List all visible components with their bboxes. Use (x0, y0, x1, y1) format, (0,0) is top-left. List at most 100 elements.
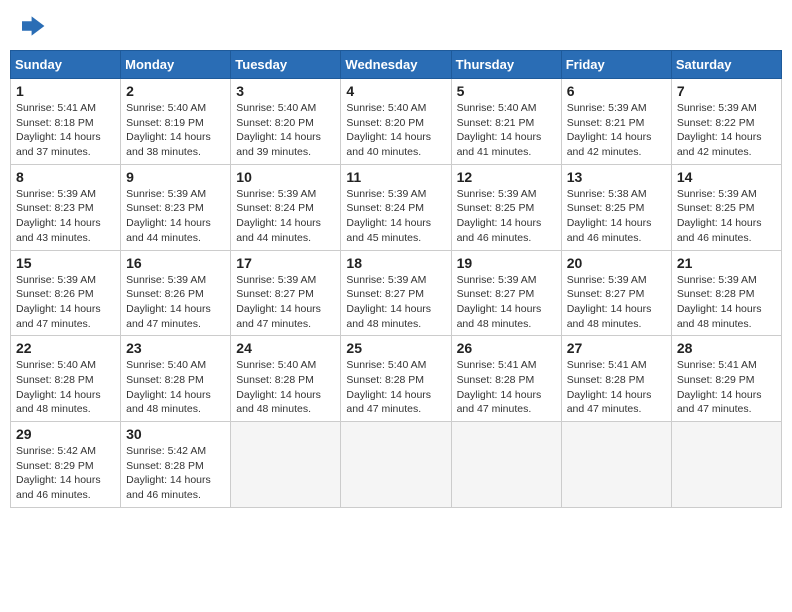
day-info: Sunrise: 5:42 AMSunset: 8:29 PMDaylight:… (16, 445, 101, 501)
day-number: 26 (457, 340, 556, 356)
day-info: Sunrise: 5:40 AMSunset: 8:20 PMDaylight:… (346, 102, 431, 158)
day-number: 8 (16, 169, 115, 185)
calendar-day-header: Sunday (11, 51, 121, 79)
calendar-week-row: 29 Sunrise: 5:42 AMSunset: 8:29 PMDaylig… (11, 422, 782, 508)
day-info: Sunrise: 5:40 AMSunset: 8:20 PMDaylight:… (236, 102, 321, 158)
day-info: Sunrise: 5:40 AMSunset: 8:19 PMDaylight:… (126, 102, 211, 158)
calendar-day-cell: 14 Sunrise: 5:39 AMSunset: 8:25 PMDaylig… (671, 164, 781, 250)
day-number: 5 (457, 83, 556, 99)
calendar-day-cell: 16 Sunrise: 5:39 AMSunset: 8:26 PMDaylig… (121, 250, 231, 336)
day-number: 15 (16, 255, 115, 271)
calendar-day-cell (341, 422, 451, 508)
calendar-header-row: SundayMondayTuesdayWednesdayThursdayFrid… (11, 51, 782, 79)
day-info: Sunrise: 5:39 AMSunset: 8:24 PMDaylight:… (346, 188, 431, 244)
day-number: 12 (457, 169, 556, 185)
day-number: 16 (126, 255, 225, 271)
calendar-day-cell: 24 Sunrise: 5:40 AMSunset: 8:28 PMDaylig… (231, 336, 341, 422)
day-info: Sunrise: 5:41 AMSunset: 8:28 PMDaylight:… (567, 359, 652, 415)
logo-icon (14, 10, 46, 42)
calendar-week-row: 22 Sunrise: 5:40 AMSunset: 8:28 PMDaylig… (11, 336, 782, 422)
calendar-day-cell (231, 422, 341, 508)
day-number: 1 (16, 83, 115, 99)
calendar-day-header: Tuesday (231, 51, 341, 79)
day-info: Sunrise: 5:41 AMSunset: 8:28 PMDaylight:… (457, 359, 542, 415)
calendar-table: SundayMondayTuesdayWednesdayThursdayFrid… (10, 50, 782, 508)
calendar-day-cell: 23 Sunrise: 5:40 AMSunset: 8:28 PMDaylig… (121, 336, 231, 422)
day-number: 2 (126, 83, 225, 99)
day-info: Sunrise: 5:41 AMSunset: 8:18 PMDaylight:… (16, 102, 101, 158)
calendar-day-cell: 4 Sunrise: 5:40 AMSunset: 8:20 PMDayligh… (341, 79, 451, 165)
day-info: Sunrise: 5:39 AMSunset: 8:23 PMDaylight:… (126, 188, 211, 244)
calendar-day-cell: 21 Sunrise: 5:39 AMSunset: 8:28 PMDaylig… (671, 250, 781, 336)
calendar-day-cell: 10 Sunrise: 5:39 AMSunset: 8:24 PMDaylig… (231, 164, 341, 250)
calendar-week-row: 8 Sunrise: 5:39 AMSunset: 8:23 PMDayligh… (11, 164, 782, 250)
day-info: Sunrise: 5:40 AMSunset: 8:28 PMDaylight:… (236, 359, 321, 415)
day-number: 22 (16, 340, 115, 356)
day-info: Sunrise: 5:42 AMSunset: 8:28 PMDaylight:… (126, 445, 211, 501)
calendar-day-cell: 29 Sunrise: 5:42 AMSunset: 8:29 PMDaylig… (11, 422, 121, 508)
day-info: Sunrise: 5:39 AMSunset: 8:24 PMDaylight:… (236, 188, 321, 244)
calendar-day-cell: 28 Sunrise: 5:41 AMSunset: 8:29 PMDaylig… (671, 336, 781, 422)
calendar-day-cell: 12 Sunrise: 5:39 AMSunset: 8:25 PMDaylig… (451, 164, 561, 250)
logo (14, 10, 50, 42)
calendar-day-cell: 18 Sunrise: 5:39 AMSunset: 8:27 PMDaylig… (341, 250, 451, 336)
calendar-day-cell: 5 Sunrise: 5:40 AMSunset: 8:21 PMDayligh… (451, 79, 561, 165)
day-number: 23 (126, 340, 225, 356)
day-number: 20 (567, 255, 666, 271)
day-info: Sunrise: 5:39 AMSunset: 8:27 PMDaylight:… (346, 274, 431, 330)
day-info: Sunrise: 5:39 AMSunset: 8:27 PMDaylight:… (457, 274, 542, 330)
day-info: Sunrise: 5:39 AMSunset: 8:27 PMDaylight:… (236, 274, 321, 330)
calendar-day-cell: 6 Sunrise: 5:39 AMSunset: 8:21 PMDayligh… (561, 79, 671, 165)
day-number: 17 (236, 255, 335, 271)
calendar-day-cell: 27 Sunrise: 5:41 AMSunset: 8:28 PMDaylig… (561, 336, 671, 422)
day-info: Sunrise: 5:40 AMSunset: 8:28 PMDaylight:… (16, 359, 101, 415)
day-info: Sunrise: 5:41 AMSunset: 8:29 PMDaylight:… (677, 359, 762, 415)
calendar-day-cell: 2 Sunrise: 5:40 AMSunset: 8:19 PMDayligh… (121, 79, 231, 165)
day-number: 13 (567, 169, 666, 185)
day-number: 3 (236, 83, 335, 99)
calendar-day-cell: 17 Sunrise: 5:39 AMSunset: 8:27 PMDaylig… (231, 250, 341, 336)
calendar-day-header: Friday (561, 51, 671, 79)
day-number: 29 (16, 426, 115, 442)
calendar-day-cell: 26 Sunrise: 5:41 AMSunset: 8:28 PMDaylig… (451, 336, 561, 422)
day-number: 7 (677, 83, 776, 99)
day-info: Sunrise: 5:39 AMSunset: 8:27 PMDaylight:… (567, 274, 652, 330)
day-number: 21 (677, 255, 776, 271)
day-info: Sunrise: 5:38 AMSunset: 8:25 PMDaylight:… (567, 188, 652, 244)
calendar-day-cell: 7 Sunrise: 5:39 AMSunset: 8:22 PMDayligh… (671, 79, 781, 165)
day-info: Sunrise: 5:39 AMSunset: 8:26 PMDaylight:… (16, 274, 101, 330)
day-info: Sunrise: 5:39 AMSunset: 8:26 PMDaylight:… (126, 274, 211, 330)
calendar-day-header: Thursday (451, 51, 561, 79)
day-info: Sunrise: 5:40 AMSunset: 8:21 PMDaylight:… (457, 102, 542, 158)
calendar-week-row: 1 Sunrise: 5:41 AMSunset: 8:18 PMDayligh… (11, 79, 782, 165)
day-number: 11 (346, 169, 445, 185)
calendar-day-header: Wednesday (341, 51, 451, 79)
day-number: 28 (677, 340, 776, 356)
page-header (10, 10, 782, 42)
calendar-day-cell: 1 Sunrise: 5:41 AMSunset: 8:18 PMDayligh… (11, 79, 121, 165)
day-number: 30 (126, 426, 225, 442)
day-info: Sunrise: 5:40 AMSunset: 8:28 PMDaylight:… (346, 359, 431, 415)
day-info: Sunrise: 5:39 AMSunset: 8:25 PMDaylight:… (677, 188, 762, 244)
calendar-week-row: 15 Sunrise: 5:39 AMSunset: 8:26 PMDaylig… (11, 250, 782, 336)
day-info: Sunrise: 5:39 AMSunset: 8:25 PMDaylight:… (457, 188, 542, 244)
calendar-day-cell (671, 422, 781, 508)
day-number: 24 (236, 340, 335, 356)
day-number: 25 (346, 340, 445, 356)
day-number: 10 (236, 169, 335, 185)
day-info: Sunrise: 5:40 AMSunset: 8:28 PMDaylight:… (126, 359, 211, 415)
calendar-day-cell: 3 Sunrise: 5:40 AMSunset: 8:20 PMDayligh… (231, 79, 341, 165)
calendar-day-header: Saturday (671, 51, 781, 79)
day-info: Sunrise: 5:39 AMSunset: 8:23 PMDaylight:… (16, 188, 101, 244)
day-number: 14 (677, 169, 776, 185)
day-number: 6 (567, 83, 666, 99)
day-number: 19 (457, 255, 556, 271)
calendar-day-cell: 25 Sunrise: 5:40 AMSunset: 8:28 PMDaylig… (341, 336, 451, 422)
day-info: Sunrise: 5:39 AMSunset: 8:21 PMDaylight:… (567, 102, 652, 158)
calendar-day-cell: 30 Sunrise: 5:42 AMSunset: 8:28 PMDaylig… (121, 422, 231, 508)
calendar-day-cell: 11 Sunrise: 5:39 AMSunset: 8:24 PMDaylig… (341, 164, 451, 250)
day-info: Sunrise: 5:39 AMSunset: 8:28 PMDaylight:… (677, 274, 762, 330)
day-number: 18 (346, 255, 445, 271)
calendar-day-cell: 13 Sunrise: 5:38 AMSunset: 8:25 PMDaylig… (561, 164, 671, 250)
day-number: 9 (126, 169, 225, 185)
